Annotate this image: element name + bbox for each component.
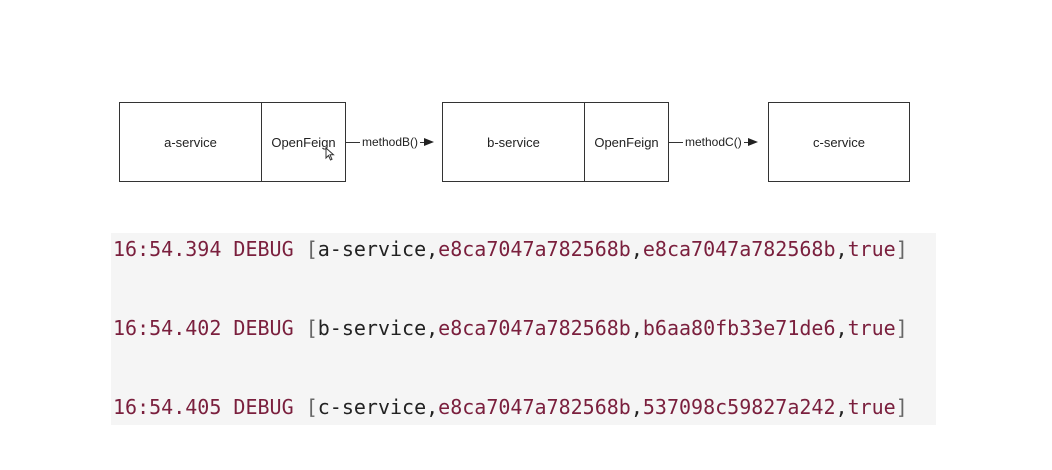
log-level: DEBUG — [233, 316, 294, 340]
b-service-box: b-service — [442, 102, 585, 182]
a-service-label: a-service — [164, 134, 217, 150]
log-line: 16:54.402 DEBUG [b-service,e8ca7047a7825… — [113, 316, 908, 340]
log-trace-id: e8ca7047a782568b — [438, 316, 631, 340]
log-exportable: true — [847, 237, 896, 261]
mouse-cursor-icon — [325, 147, 335, 161]
log-timestamp: 16:54.394 — [113, 237, 222, 261]
log-line: 16:54.394 DEBUG [a-service,e8ca7047a7825… — [113, 237, 908, 261]
log-service: a-service — [317, 237, 427, 261]
bracket-close: ] — [895, 316, 908, 340]
call-chain-diagram: a-service OpenFeign methodB() b-service … — [0, 0, 1052, 200]
log-trace-id: e8ca7047a782568b — [438, 395, 631, 419]
edge-a-to-b-label: methodB() — [362, 135, 419, 149]
bracket-open: [ — [305, 237, 318, 261]
a-openfeign-box: OpenFeign — [261, 102, 346, 182]
b-openfeign-box: OpenFeign — [584, 102, 669, 182]
bracket-close: ] — [895, 395, 908, 419]
log-span-id: 537098c59827a242 — [642, 395, 836, 419]
edge-b-to-c-label: methodC() — [685, 135, 742, 149]
log-trace-id: e8ca7047a782568b — [438, 237, 631, 261]
edge-b-to-c: methodC() — [669, 132, 758, 152]
c-service-label: c-service — [812, 134, 865, 150]
log-output-panel: 16:54.394 DEBUG [a-service,e8ca7047a7825… — [111, 233, 936, 425]
edge-a-to-b: methodB() — [346, 132, 435, 152]
log-span-id: b6aa80fb33e71de6 — [642, 316, 836, 340]
log-level: DEBUG — [233, 237, 294, 261]
bracket-close: ] — [895, 237, 908, 261]
log-span-id: e8ca7047a782568b — [642, 237, 836, 261]
log-level: DEBUG — [233, 395, 294, 419]
log-service: b-service — [317, 316, 427, 340]
bracket-open: [ — [305, 395, 318, 419]
log-timestamp: 16:54.402 — [113, 316, 222, 340]
b-service-label: b-service — [487, 134, 540, 150]
arrowhead-icon — [424, 138, 435, 146]
c-service-box: c-service — [768, 102, 910, 182]
log-service: c-service — [317, 395, 427, 419]
log-line: 16:54.405 DEBUG [c-service,e8ca7047a7825… — [113, 395, 908, 419]
arrowhead-icon — [747, 138, 758, 146]
a-service-box: a-service — [119, 102, 262, 182]
log-timestamp: 16:54.405 — [113, 395, 222, 419]
b-openfeign-label: OpenFeign — [594, 134, 659, 150]
log-exportable: true — [847, 395, 896, 419]
bracket-open: [ — [305, 316, 318, 340]
log-exportable: true — [847, 316, 896, 340]
